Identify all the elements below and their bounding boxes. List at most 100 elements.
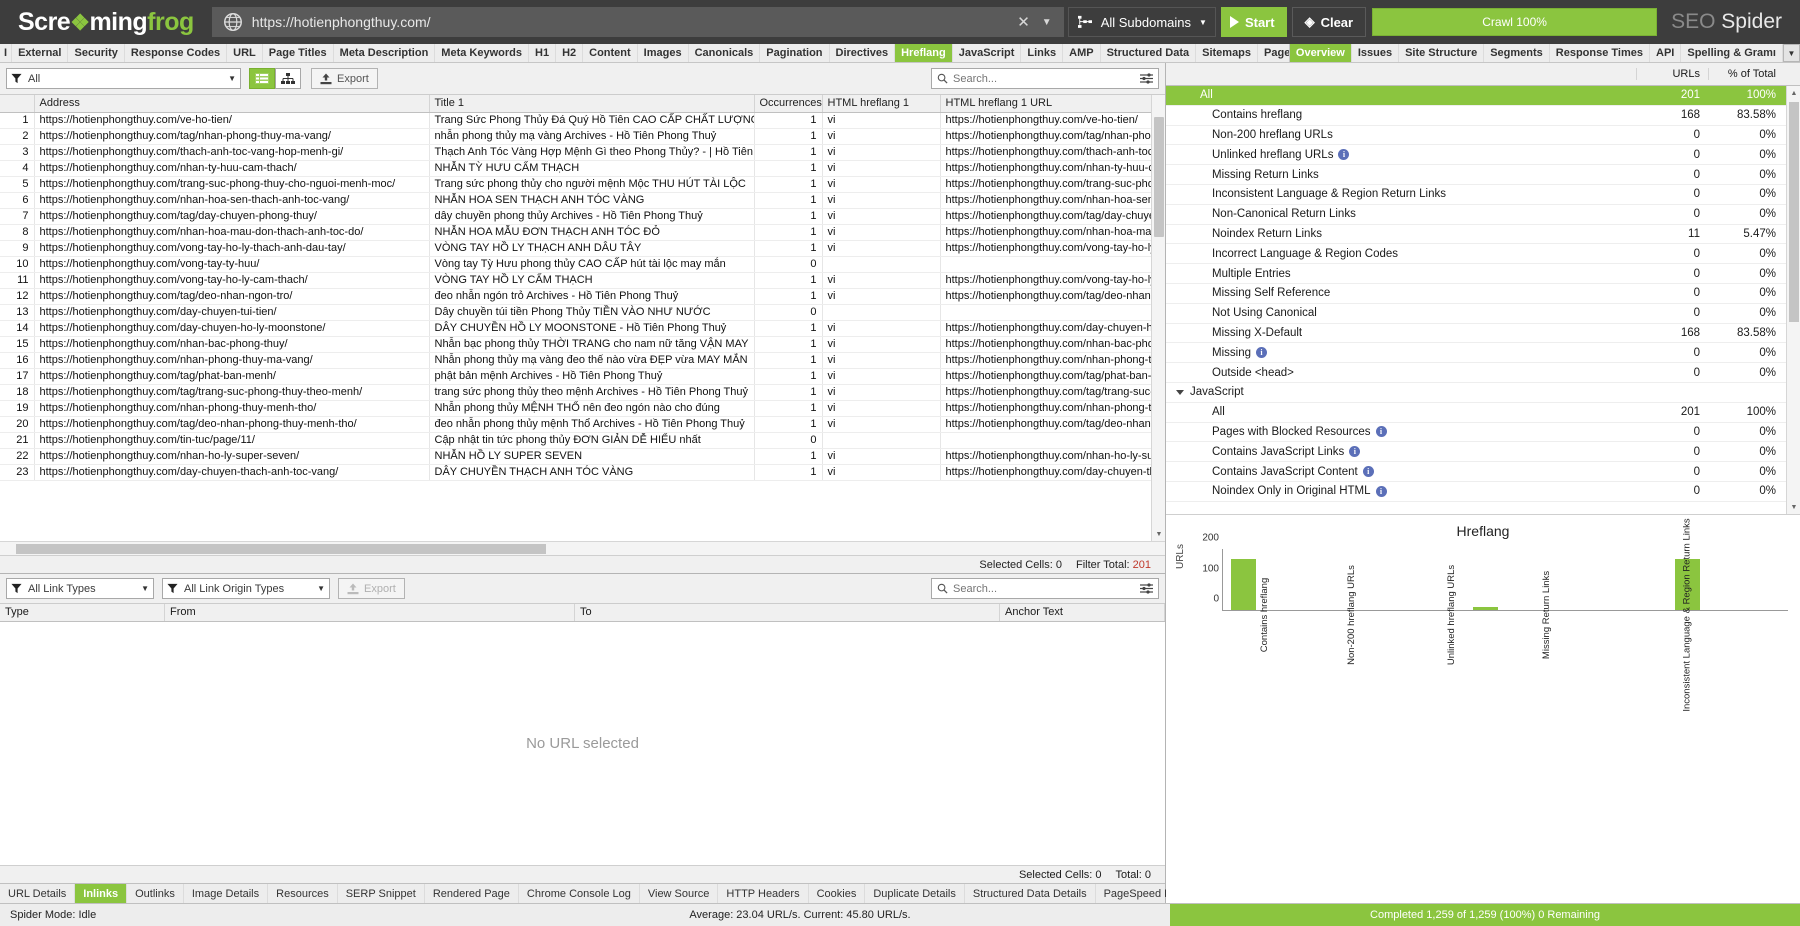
url-bar[interactable]: https://hotienphongthuy.com/ ✕ ▼ [211, 7, 1064, 37]
cell-hreflang[interactable]: vi [822, 464, 941, 481]
cell-index[interactable]: 22 [0, 448, 35, 465]
cell-address[interactable]: https://hotienphongthuy.com/nhan-phong-t… [34, 352, 430, 369]
cell-hreflang-url[interactable]: https://hotienphongthuy.com/nhan-phong-t… [940, 352, 1157, 369]
cell-hreflang-url[interactable]: https://hotienphongthuy.com/nhan-hoa-sen… [940, 192, 1157, 209]
overview-scroll-thumb[interactable] [1789, 102, 1799, 322]
tab-api[interactable]: API [1650, 44, 1682, 62]
cell-hreflang[interactable] [822, 432, 941, 449]
cell-title[interactable]: DÂY CHUYỀN HỒ LY MOONSTONE - Hồ Tiên Pho… [429, 320, 755, 337]
chart-bar-cell[interactable] [1506, 549, 1546, 610]
cell-title[interactable]: Thạch Anh Tóc Vàng Hợp Mệnh Gì theo Phon… [429, 144, 755, 161]
overview-row[interactable]: All 201 100% [1166, 403, 1800, 423]
cell-hreflang[interactable]: vi [822, 224, 941, 241]
tab-h2[interactable]: H2 [556, 44, 584, 62]
cell-hreflang[interactable] [822, 304, 941, 321]
overview-row[interactable]: Incorrect Language & Region Codes 0 0% [1166, 244, 1800, 265]
close-icon[interactable]: ✕ [1007, 13, 1040, 31]
tab-issues[interactable]: Issues [1352, 44, 1400, 62]
chart-bar[interactable] [1472, 606, 1498, 610]
cell-hreflang-url[interactable]: https://hotienphongthuy.com/vong-tay-ho-… [940, 240, 1157, 257]
chart-bar-cell[interactable] [1586, 549, 1626, 610]
chevron-down-icon[interactable] [1176, 389, 1184, 395]
table-row[interactable]: 10 https://hotienphongthuy.com/vong-tay-t… [0, 256, 1165, 273]
info-icon[interactable]: i [1375, 485, 1387, 497]
search-input[interactable] [953, 72, 1136, 85]
cell-address[interactable]: https://hotienphongthuy.com/tag/deo-nhan… [34, 416, 430, 433]
overview-row[interactable]: Non-200 hreflang URLs 0 0% [1166, 126, 1800, 146]
column-header-anchor-text[interactable]: Anchor Text [1000, 604, 1165, 621]
table-horizontal-scrollbar[interactable] [0, 541, 1165, 555]
cell-index[interactable]: 4 [0, 160, 35, 177]
cell-title[interactable]: VÒNG TAY HỒ LY THẠCH ANH DÂU TÂY [429, 240, 755, 257]
tree-view-icon[interactable] [275, 68, 301, 89]
cell-occurrences[interactable]: 1 [754, 112, 823, 129]
filter-dropdown[interactable]: All ▼ [6, 68, 241, 89]
scroll-down-icon[interactable]: ▼ [1787, 500, 1800, 514]
cell-hreflang[interactable]: vi [822, 384, 941, 401]
bottom-tab-resources[interactable]: Resources [268, 884, 338, 903]
cell-occurrences[interactable]: 1 [754, 448, 823, 465]
tab-spelling-grammar[interactable]: Spelling & Gramı [1681, 44, 1783, 62]
chart-bar-cell[interactable] [1304, 549, 1344, 610]
tab-sitemaps[interactable]: Sitemaps [1196, 44, 1259, 62]
tab-indicator[interactable]: I [0, 44, 13, 62]
table-row[interactable]: 7 https://hotienphongthuy.com/tag/day-chu… [0, 208, 1165, 225]
cell-hreflang[interactable]: vi [822, 192, 941, 209]
cell-hreflang[interactable]: vi [822, 320, 941, 337]
cell-index[interactable]: 19 [0, 400, 35, 417]
chevron-down-icon[interactable]: ▼ [141, 584, 149, 593]
cell-hreflang-url[interactable]: https://hotienphongthuy.com/day-chuyen-t… [940, 464, 1157, 481]
cell-hreflang-url[interactable]: https://hotienphongthuy.com/nhan-ho-ly-s… [940, 448, 1157, 465]
cell-hreflang[interactable]: vi [822, 336, 941, 353]
export-button[interactable]: Export [311, 68, 378, 89]
tab-url[interactable]: URL [227, 44, 263, 62]
cell-occurrences[interactable]: 1 [754, 400, 823, 417]
cell-index[interactable]: 8 [0, 224, 35, 241]
cell-index[interactable]: 14 [0, 320, 35, 337]
cell-index[interactable]: 17 [0, 368, 35, 385]
overview-row[interactable]: Inconsistent Language & Region Return Li… [1166, 185, 1800, 205]
bottom-tab-http-headers[interactable]: HTTP Headers [718, 884, 809, 903]
cell-address[interactable]: https://hotienphongthuy.com/tag/trang-su… [34, 384, 430, 401]
table-row[interactable]: 2 https://hotienphongthuy.com/tag/nhan-ph… [0, 128, 1165, 145]
url-input[interactable]: https://hotienphongthuy.com/ [252, 14, 1007, 30]
cell-title[interactable]: NHẪN HỒ LY SUPER SEVEN [429, 448, 755, 465]
cell-hreflang[interactable]: vi [822, 352, 941, 369]
tab-images[interactable]: Images [638, 44, 689, 62]
chart-bar-cell[interactable] [1223, 549, 1263, 610]
tab-meta-keywords[interactable]: Meta Keywords [435, 44, 529, 62]
cell-occurrences[interactable]: 1 [754, 352, 823, 369]
cell-hreflang-url[interactable]: https://hotienphongthuy.com/tag/deo-nhan… [940, 416, 1157, 433]
tab-hreflang[interactable]: Hreflang [895, 44, 953, 62]
cell-occurrences[interactable]: 1 [754, 160, 823, 177]
cell-index[interactable]: 6 [0, 192, 35, 209]
cell-hreflang[interactable]: vi [822, 176, 941, 193]
table-row[interactable]: 4 https://hotienphongthuy.com/nhan-ty-huu… [0, 160, 1165, 177]
column-header-html-hreflang-1[interactable]: HTML hreflang 1 [822, 95, 941, 113]
cell-title[interactable]: NHẪN TỲ HƯU CẨM THẠCH [429, 160, 755, 177]
info-icon[interactable]: i [1338, 149, 1350, 161]
overview-row[interactable]: Unlinked hreflang URLs i 0 0% [1166, 145, 1800, 166]
cell-hreflang-url[interactable]: https://hotienphongthuy.com/vong-tay-ho-… [940, 272, 1157, 289]
info-icon[interactable]: i [1375, 426, 1387, 438]
cell-occurrences[interactable]: 1 [754, 176, 823, 193]
cell-occurrences[interactable]: 1 [754, 464, 823, 481]
tab-structured-data[interactable]: Structured Data [1101, 44, 1197, 62]
bottom-tab-chrome-console-log[interactable]: Chrome Console Log [519, 884, 640, 903]
tab-security[interactable]: Security [68, 44, 125, 62]
cell-occurrences[interactable]: 1 [754, 224, 823, 241]
chevron-down-icon[interactable]: ▼ [1040, 17, 1064, 28]
overview-row[interactable]: Non-Canonical Return Links 0 0% [1166, 205, 1800, 225]
overview-row[interactable]: Missing Self Reference 0 0% [1166, 284, 1800, 304]
scroll-down-icon[interactable]: ▼ [1152, 527, 1165, 541]
cell-occurrences[interactable]: 1 [754, 128, 823, 145]
overview-row[interactable]: Noindex Only in Original HTML i 0 0% [1166, 482, 1800, 502]
cell-occurrences[interactable]: 1 [754, 208, 823, 225]
cell-hreflang-url[interactable] [940, 256, 1157, 273]
cell-occurrences[interactable]: 1 [754, 416, 823, 433]
table-row[interactable]: 3 https://hotienphongthuy.com/thach-anh-t… [0, 144, 1165, 161]
vertical-scroll-thumb[interactable] [1154, 117, 1164, 237]
bottom-tab-rendered-page[interactable]: Rendered Page [425, 884, 519, 903]
cell-title[interactable]: Vòng tay Tỳ Hưu phong thủy CAO CẤP hút t… [429, 256, 755, 273]
table-row[interactable]: 1 https://hotienphongthuy.com/ve-ho-tien/… [0, 112, 1165, 129]
